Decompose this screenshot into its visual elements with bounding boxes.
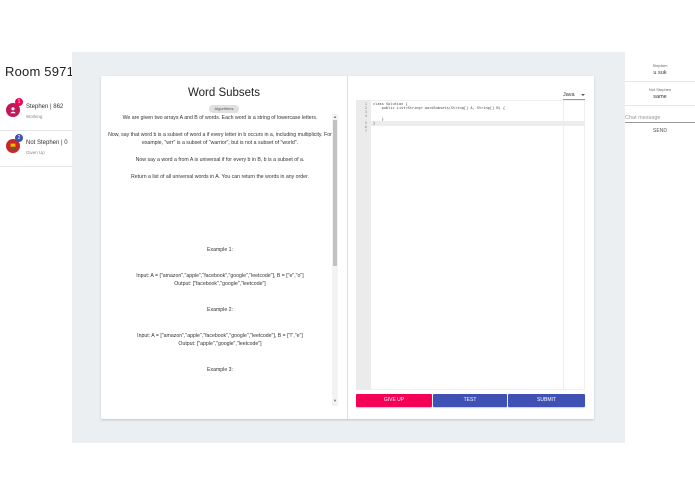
editor-gutter: [356, 100, 371, 390]
chat-divider: [625, 81, 695, 82]
scrollbar-thumb[interactable]: [333, 120, 337, 266]
chat-divider: [625, 105, 695, 106]
active-line-highlight: [371, 121, 585, 126]
example-output: Output: ["apple","google","leetcode"]: [178, 341, 262, 347]
scroll-up-arrow-icon[interactable]: ▲: [332, 114, 338, 120]
language-value: Java: [563, 92, 575, 98]
rank-badge: 2: [15, 134, 23, 142]
example-input: Input: A = ["amazon","apple","facebook",…: [137, 333, 303, 339]
test-button[interactable]: TEST: [433, 394, 507, 407]
description-paragraph: Return a list of all universal words in …: [131, 174, 309, 180]
send-button[interactable]: SEND: [625, 126, 695, 136]
line-number: 7: [364, 129, 367, 133]
rank-badge: 1: [15, 98, 23, 106]
app-root: Room 59712 1 Stephen | 862 Working 2 Not…: [0, 0, 695, 494]
description-paragraph: We are given two arrays A and B of words…: [122, 115, 318, 121]
example-input: Input: A = ["amazon","apple","facebook",…: [136, 273, 304, 279]
give-up-button[interactable]: GIVE UP: [356, 394, 432, 407]
panel-divider: [347, 76, 348, 419]
player-status: Working: [26, 114, 43, 119]
chat-message-author: Stephen: [652, 63, 668, 68]
problem-description[interactable]: We are given two arrays A and B of words…: [108, 114, 332, 406]
example-title: Example 1:: [207, 247, 233, 253]
chat-message-input[interactable]: [625, 113, 695, 123]
chat-message-author: Not Stephen: [648, 87, 672, 92]
problem-title: Word Subsets: [187, 87, 260, 99]
player-item: 1 Stephen | 862 Working: [0, 95, 72, 131]
chat-message-text: same: [653, 94, 667, 100]
example-output: Output: ["facebook","google","leetcode"]: [174, 281, 266, 287]
player-item: 2 Not Stephen | 0 Given Up: [0, 131, 72, 167]
room-title: Room 59712: [5, 64, 82, 79]
problem-tag: Algorithms: [209, 105, 239, 113]
code-line: }: [373, 121, 376, 125]
player-status: Given Up: [26, 150, 45, 155]
chevron-down-icon: [581, 94, 585, 96]
description-paragraph: Now, say that word b is a subset of word…: [108, 132, 332, 146]
language-select[interactable]: Java: [563, 90, 585, 100]
chat-message-text: u suk: [653, 70, 667, 76]
scroll-down-arrow-icon[interactable]: ▼: [332, 398, 338, 404]
line-number: 4: [364, 114, 367, 118]
example-title: Example 3:: [207, 367, 233, 373]
editor-print-margin: [563, 100, 564, 390]
code-line: public List<String> wordSubsets(String[]…: [373, 106, 505, 110]
submit-button[interactable]: SUBMIT: [508, 394, 585, 407]
example-title: Example 2:: [207, 307, 233, 313]
player-list: 1 Stephen | 862 Working 2 Not Stephen | …: [0, 95, 72, 167]
code-editor[interactable]: [356, 100, 585, 390]
player-name: Stephen | 862: [26, 104, 64, 110]
player-name: Not Stephen | 0: [26, 140, 68, 146]
description-paragraph: Now say a word a from A is universal if …: [135, 157, 305, 163]
